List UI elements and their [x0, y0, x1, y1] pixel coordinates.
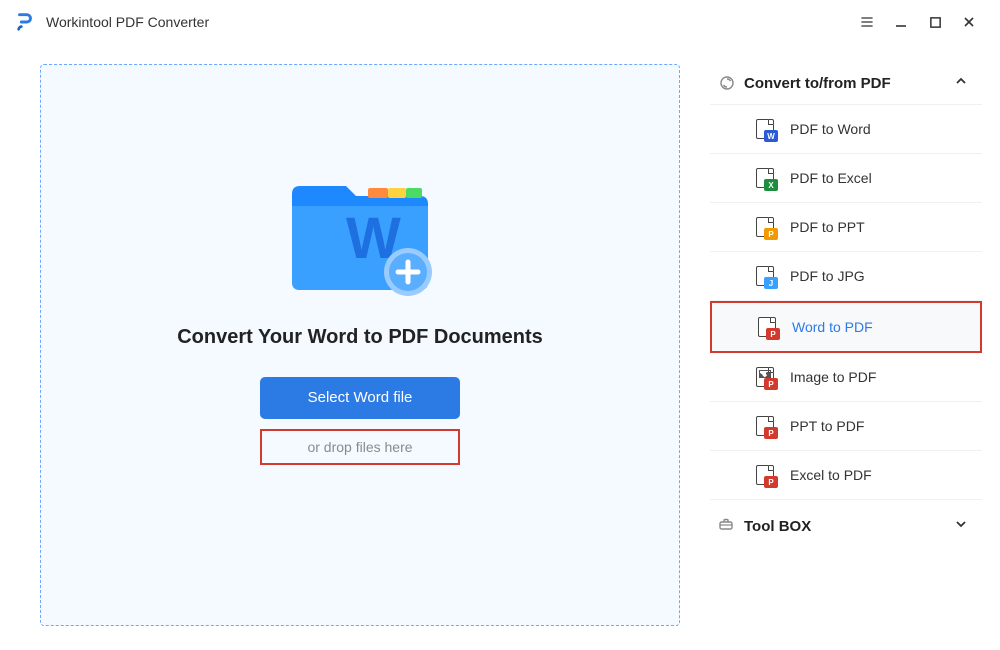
toolbox-section-label: Tool BOX	[744, 518, 811, 535]
sidebar-item-word-to-pdf[interactable]: P Word to PDF	[710, 301, 982, 353]
sidebar-item-label: PDF to JPG	[790, 268, 865, 284]
dropzone-headline: Convert Your Word to PDF Documents	[177, 326, 543, 349]
file-word-icon: W	[756, 119, 774, 139]
file-jpg-icon: J	[756, 266, 774, 286]
maximize-icon[interactable]	[918, 7, 952, 37]
file-excel-icon: X	[756, 168, 774, 188]
file-pdf-icon: P	[758, 317, 776, 337]
drop-hint[interactable]: or drop files here	[260, 429, 460, 465]
toolbox-icon	[718, 516, 734, 536]
chevron-down-icon	[954, 517, 968, 535]
convert-section-label: Convert to/from PDF	[744, 75, 891, 92]
sidebar-item-pdf-to-word[interactable]: W PDF to Word	[710, 105, 982, 154]
sidebar-item-pdf-to-jpg[interactable]: J PDF to JPG	[710, 252, 982, 301]
app-title: Workintool PDF Converter	[46, 14, 209, 30]
sidebar-item-ppt-to-pdf[interactable]: P PPT to PDF	[710, 402, 982, 451]
sidebar-item-label: PDF to PPT	[790, 219, 865, 235]
sidebar-item-label: Word to PDF	[792, 319, 873, 335]
sidebar-item-label: PDF to Excel	[790, 170, 872, 186]
word-folder-icon: W	[280, 172, 440, 298]
file-image-icon: P	[756, 367, 774, 387]
sidebar-item-label: Excel to PDF	[790, 467, 872, 483]
close-icon[interactable]	[952, 7, 986, 37]
file-pdf-icon: P	[756, 465, 774, 485]
title-bar: Workintool PDF Converter	[0, 0, 1000, 44]
sidebar: Convert to/from PDF W PDF to Word X PDF …	[710, 64, 982, 626]
app-logo-icon	[14, 11, 36, 33]
menu-icon[interactable]	[850, 7, 884, 37]
sidebar-item-label: PDF to Word	[790, 121, 871, 137]
sidebar-item-pdf-to-excel[interactable]: X PDF to Excel	[710, 154, 982, 203]
sidebar-item-excel-to-pdf[interactable]: P Excel to PDF	[710, 451, 982, 500]
convert-icon	[718, 74, 736, 92]
sidebar-item-label: Image to PDF	[790, 369, 876, 385]
file-ppt-icon: P	[756, 217, 774, 237]
sidebar-item-image-to-pdf[interactable]: P Image to PDF	[710, 353, 982, 402]
toolbox-section-header[interactable]: Tool BOX	[710, 502, 982, 550]
convert-section-header[interactable]: Convert to/from PDF	[710, 64, 982, 105]
file-pdf-icon: P	[756, 416, 774, 436]
file-dropzone[interactable]: W Convert Your Word to PDF Documents Sel…	[40, 64, 680, 626]
sidebar-item-pdf-to-ppt[interactable]: P PDF to PPT	[710, 203, 982, 252]
select-file-button[interactable]: Select Word file	[260, 377, 460, 419]
chevron-up-icon	[954, 74, 968, 92]
minimize-icon[interactable]	[884, 7, 918, 37]
sidebar-item-label: PPT to PDF	[790, 418, 864, 434]
